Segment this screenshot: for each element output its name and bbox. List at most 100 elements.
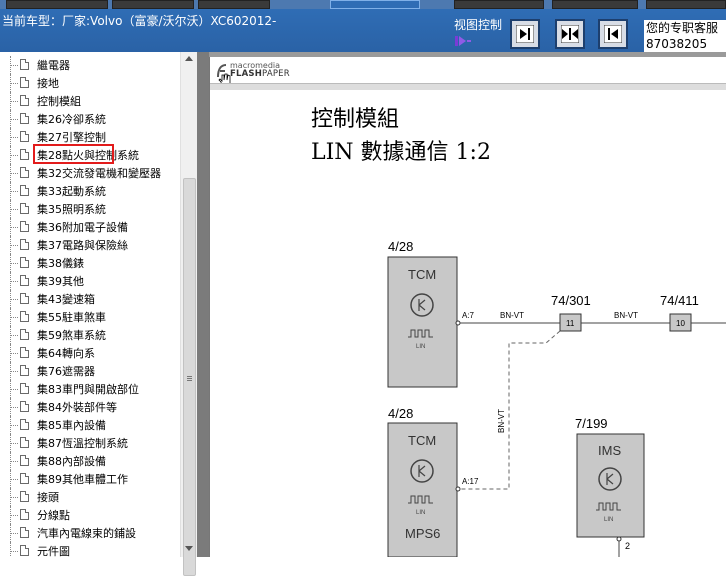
document-icon <box>20 383 29 394</box>
tree-connector <box>10 137 18 138</box>
toolbar-tab-1[interactable] <box>6 0 108 9</box>
expand-left-button[interactable] <box>598 19 628 49</box>
toolbar-tab-3[interactable] <box>198 0 270 9</box>
tree-connector <box>10 227 18 228</box>
tree-item[interactable]: 汽車內電線束的鋪設 <box>0 524 180 542</box>
tree-item[interactable]: 集35照明系統 <box>0 200 180 218</box>
tree-item[interactable]: 集84外裝部件等 <box>0 398 180 416</box>
sidebar-tree: 繼電器 接地 控制模組 集26冷卻系統 集27引擎控制 集28點火與控制系統 集32交流發電… <box>0 52 197 557</box>
tree-item-label: 集84外裝部件等 <box>37 401 117 414</box>
document-icon <box>20 167 29 178</box>
tree-item-label: 接頭 <box>37 491 59 504</box>
toolbar-tab-active[interactable] <box>330 0 420 9</box>
tree-item[interactable]: 繼電器 <box>0 56 180 74</box>
wire-vertical-label: BN-VT <box>497 409 506 433</box>
split-view-button[interactable] <box>555 19 585 49</box>
tree-item[interactable]: 集33起動系統 <box>0 182 180 200</box>
toolbar-tab-2[interactable] <box>112 0 194 9</box>
document-icon <box>20 365 29 376</box>
tree-item-label: 集43變速箱 <box>37 293 95 306</box>
tree-item[interactable]: 集43變速箱 <box>0 290 180 308</box>
document-icon <box>20 185 29 196</box>
tree-connector <box>10 83 18 84</box>
tree-item-label: 集83車門與開啟部位 <box>37 383 139 396</box>
toolbar-tab-6[interactable] <box>646 0 726 9</box>
document-icon <box>20 527 29 538</box>
tree-item-label: 汽車內電線束的鋪設 <box>37 527 136 540</box>
document-icon <box>20 257 29 268</box>
viewer-side-bar <box>197 52 209 557</box>
tree-item[interactable]: 元件圖 <box>0 542 180 557</box>
tree-item[interactable]: 接地 <box>0 74 180 92</box>
tree-item[interactable]: 集88內部設備 <box>0 452 180 470</box>
top-toolbar-strip <box>0 0 726 9</box>
tree-connector <box>10 371 18 372</box>
tree-item[interactable]: 集85車內設備 <box>0 416 180 434</box>
tcm2-pin: A:17 <box>462 477 479 486</box>
tcm1-ref: 4/28 <box>388 239 413 254</box>
tree-item[interactable]: 集87恆溫控制系統 <box>0 434 180 452</box>
document-icon <box>20 95 29 106</box>
tree-item[interactable]: 集76遮需器 <box>0 362 180 380</box>
tcm1-lin: LIN <box>416 344 425 350</box>
document-icon <box>20 491 29 502</box>
toolbar-tab-4[interactable] <box>454 0 544 9</box>
tree-connector <box>10 533 18 534</box>
tree-item[interactable]: 集55駐車煞車 <box>0 308 180 326</box>
tree-item[interactable]: 集89其他車體工作 <box>0 470 180 488</box>
tree-item-label: 集76遮需器 <box>37 365 95 378</box>
conn1-pin: 11 <box>566 319 575 328</box>
customer-service-label: 您的专职客服 <box>646 21 719 35</box>
tree-item[interactable]: 集64轉向系 <box>0 344 180 362</box>
tree-item-label: 集32交流發電機和變壓器 <box>37 167 161 180</box>
tree-item[interactable]: 集59煞車系統 <box>0 326 180 344</box>
tree-item[interactable]: 分線點 <box>0 506 180 524</box>
tree-item-label: 集64轉向系 <box>37 347 95 360</box>
tree-item-label: 集38儀錶 <box>37 257 84 270</box>
document-icon <box>20 149 29 160</box>
tree-connector <box>10 389 18 390</box>
scroll-thumb[interactable] <box>183 178 196 576</box>
sidebar-scrollbar[interactable] <box>180 52 197 576</box>
document-icon <box>20 59 29 70</box>
document-icon <box>20 77 29 88</box>
split-view-icon <box>561 25 579 43</box>
tree-item[interactable]: 接頭 <box>0 488 180 506</box>
conn2-pin: 10 <box>676 319 685 328</box>
ims-lin: LIN <box>604 517 613 523</box>
tree-connector <box>10 119 18 120</box>
scroll-down-icon[interactable] <box>185 546 193 551</box>
document-icon <box>20 293 29 304</box>
tree-connector <box>10 65 18 66</box>
tree-item-label: 集33起動系統 <box>37 185 106 198</box>
wiring-diagram: 4/28 TCM LIN A:7 BN-VT 74/301 11 BN-VT 7… <box>387 239 726 557</box>
tree-item[interactable]: 集36附加電子設備 <box>0 218 180 236</box>
tree-item-label: 集88內部設備 <box>37 455 106 468</box>
tree-item-label: 集55駐車煞車 <box>37 311 106 324</box>
toolbar-tab-5[interactable] <box>552 0 638 9</box>
tree-item[interactable]: 集39其他 <box>0 272 180 290</box>
tree-item-label: 集26冷卻系統 <box>37 113 106 126</box>
tree-item-label: 繼電器 <box>37 59 70 72</box>
tree-item-label: 集87恆溫控制系統 <box>37 437 128 450</box>
ims-name: IMS <box>598 443 621 458</box>
tree-item[interactable]: 控制模組 <box>0 92 180 110</box>
ims-pin-dot <box>616 536 622 542</box>
collapse-left-button[interactable] <box>510 19 540 49</box>
grip-icon <box>187 376 192 377</box>
tree-item[interactable]: 集32交流發電機和變壓器 <box>0 164 180 182</box>
document-viewer[interactable]: macromedia FLASHPAPER 控制模組 LIN 數據通信 1:2 … <box>197 52 726 557</box>
tree-item[interactable]: 集83車門與開啟部位 <box>0 380 180 398</box>
tree-connector <box>10 245 18 246</box>
expand-left-icon <box>604 25 622 43</box>
tree-connector <box>10 155 18 156</box>
tree-item[interactable]: 集26冷卻系統 <box>0 110 180 128</box>
tree-item-label: 控制模組 <box>37 95 81 108</box>
document-page[interactable]: macromedia FLASHPAPER 控制模組 LIN 數據通信 1:2 … <box>209 57 726 557</box>
tree-connector <box>10 479 18 480</box>
scroll-up-icon[interactable] <box>185 56 193 61</box>
tree-item[interactable]: 集38儀錶 <box>0 254 180 272</box>
tree-item[interactable]: 集37電路與保險絲 <box>0 236 180 254</box>
document-icon <box>20 329 29 340</box>
document-icon <box>20 203 29 214</box>
